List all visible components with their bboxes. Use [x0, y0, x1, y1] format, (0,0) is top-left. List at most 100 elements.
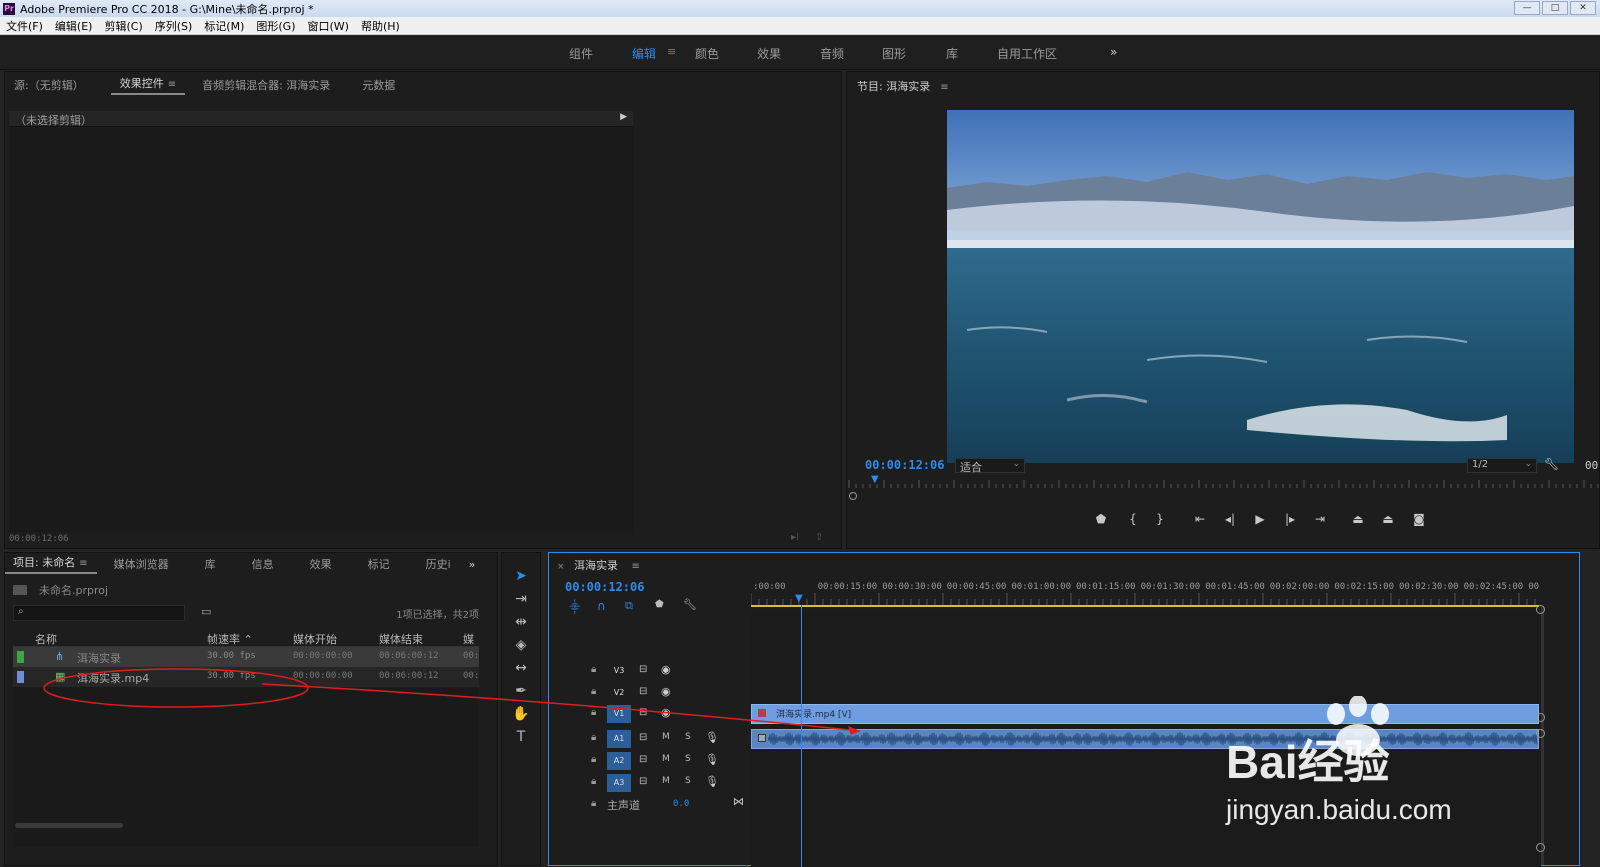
- workspace-color[interactable]: 颜色: [695, 45, 719, 62]
- track-target[interactable]: A1: [607, 730, 631, 748]
- menu-graphics[interactable]: 图形(G): [250, 18, 301, 34]
- menu-help[interactable]: 帮助(H): [355, 18, 406, 34]
- settings-wrench-icon[interactable]: 🔧︎: [1544, 457, 1559, 471]
- tab-markers[interactable]: 标记: [359, 556, 399, 572]
- video-clip[interactable]: 洱海实录.mp4 [V]: [751, 704, 1539, 724]
- more-tabs-icon[interactable]: »: [460, 558, 485, 571]
- lock-icon[interactable]: 🔒︎: [591, 686, 596, 697]
- tab-effects[interactable]: 效果: [301, 556, 341, 572]
- minimize-button[interactable]: —: [1514, 1, 1540, 15]
- tab-info[interactable]: 信息: [243, 556, 283, 572]
- panel-menu-icon[interactable]: ≡: [632, 561, 640, 572]
- slip-tool-icon[interactable]: ↔: [508, 657, 534, 679]
- zoom-handle-mid[interactable]: [1536, 713, 1545, 722]
- track-target[interactable]: A3: [607, 774, 631, 792]
- maximize-button[interactable]: □: [1542, 1, 1568, 15]
- pen-tool-icon[interactable]: ✒: [508, 680, 534, 702]
- sync-lock-icon[interactable]: ⊟: [639, 776, 647, 787]
- play-icon[interactable]: ▶: [1249, 512, 1271, 526]
- workspace-audio[interactable]: 音频: [820, 45, 844, 62]
- zoom-handle-top[interactable]: [1536, 605, 1545, 614]
- horizontal-scrollbar[interactable]: [15, 823, 123, 828]
- panel-menu-icon[interactable]: ≡: [79, 558, 87, 569]
- solo-button[interactable]: S: [685, 754, 691, 764]
- solo-button[interactable]: S: [685, 732, 691, 742]
- sync-lock-icon[interactable]: ⊟: [639, 664, 647, 675]
- microphone-icon[interactable]: 🎙︎: [705, 753, 719, 766]
- track-target[interactable]: V2: [607, 684, 631, 702]
- zoom-scrollbar[interactable]: [847, 492, 1600, 500]
- eye-icon[interactable]: ◉: [661, 706, 671, 719]
- close-tab-icon[interactable]: ×: [557, 562, 565, 572]
- program-time-ruler[interactable]: [847, 478, 1600, 492]
- column-frame-rate[interactable]: 帧速率 ⌃: [207, 631, 253, 647]
- workspace-assembly[interactable]: 组件: [569, 45, 593, 62]
- go-to-in-icon[interactable]: ⇤: [1189, 512, 1211, 526]
- hand-tool-icon[interactable]: ✋: [508, 703, 534, 725]
- workspace-editing[interactable]: 编辑: [632, 45, 656, 62]
- panel-menu-icon[interactable]: ≡: [168, 79, 176, 90]
- menu-file[interactable]: 文件(F): [0, 18, 49, 34]
- timeline-settings-wrench-icon[interactable]: 🔧︎: [683, 598, 697, 611]
- tab-metadata[interactable]: 元数据: [353, 77, 404, 93]
- menu-sequence[interactable]: 序列(S): [149, 18, 199, 34]
- close-button[interactable]: ✕: [1570, 1, 1596, 15]
- lock-icon[interactable]: 🔒︎: [591, 732, 596, 743]
- filter-icon[interactable]: ▸⁞: [791, 532, 799, 543]
- mark-out-icon[interactable]: }: [1149, 512, 1171, 526]
- panel-menu-icon[interactable]: ≡: [940, 82, 948, 93]
- tab-history[interactable]: 历史i: [417, 556, 460, 572]
- step-forward-icon[interactable]: |▸: [1279, 512, 1301, 526]
- lock-icon[interactable]: 🔒︎: [591, 798, 596, 809]
- workspace-effects[interactable]: 效果: [757, 45, 781, 62]
- menu-edit[interactable]: 编辑(E): [49, 18, 99, 34]
- project-row-sequence[interactable]: ⋔ 洱海实录 30.00 fps 00:00:00:00 00:06:00:12…: [13, 647, 479, 667]
- expand-arrow-icon[interactable]: ▶: [620, 112, 627, 122]
- timeline-ruler[interactable]: :00:00 00:00:15:00 00:00:30:00 00:00:45:00 0…: [750, 577, 1582, 607]
- lock-icon[interactable]: 🔒︎: [591, 754, 596, 765]
- go-to-end-icon[interactable]: ⋈: [733, 795, 744, 808]
- track-target[interactable]: V3: [607, 662, 631, 680]
- tab-media-browser[interactable]: 媒体浏览器: [105, 556, 178, 572]
- mark-in-icon[interactable]: {: [1122, 512, 1144, 526]
- sync-lock-icon[interactable]: ⊟: [639, 707, 647, 718]
- lock-icon[interactable]: 🔒︎: [591, 776, 596, 787]
- program-timecode[interactable]: 00:00:12:06: [865, 458, 944, 472]
- microphone-icon[interactable]: 🎙︎: [705, 775, 719, 788]
- playhead-line[interactable]: [801, 605, 802, 867]
- tab-audio-clip-mixer[interactable]: 音频剪辑混合器: 洱海实录: [193, 77, 339, 93]
- timeline-timecode[interactable]: 00:00:12:06: [565, 580, 644, 594]
- resolution-select[interactable]: 1/2 ⌄: [1467, 458, 1537, 473]
- tab-effect-controls[interactable]: 效果控件 ≡: [110, 75, 186, 95]
- solo-button[interactable]: S: [685, 776, 691, 786]
- lock-icon[interactable]: 🔒︎: [591, 707, 596, 718]
- add-marker-icon[interactable]: ⬟: [1090, 512, 1112, 526]
- sync-lock-icon[interactable]: ⊟: [639, 732, 647, 743]
- workspace-more-icon[interactable]: »: [1110, 45, 1117, 59]
- microphone-icon[interactable]: 🎙︎: [705, 731, 719, 744]
- menu-clip[interactable]: 剪辑(C): [98, 18, 148, 34]
- workspace-graphics[interactable]: 图形: [882, 45, 906, 62]
- lock-icon[interactable]: 🔒︎: [591, 664, 596, 675]
- mute-button[interactable]: M: [662, 754, 670, 764]
- playhead-marker-icon[interactable]: ▼: [871, 474, 879, 485]
- menu-window[interactable]: 窗口(W): [302, 18, 355, 34]
- mute-button[interactable]: M: [662, 732, 670, 742]
- audio-clip[interactable]: [751, 729, 1539, 749]
- tab-source[interactable]: 源:（无剪辑）: [5, 77, 93, 93]
- new-bin-icon[interactable]: ▭: [201, 605, 211, 618]
- go-to-out-icon[interactable]: ⇥: [1309, 512, 1331, 526]
- work-area-bar[interactable]: [751, 605, 1539, 607]
- eye-icon[interactable]: ◉: [661, 685, 671, 698]
- step-back-icon[interactable]: ◂|: [1219, 512, 1241, 526]
- tab-libraries[interactable]: 库: [196, 556, 225, 572]
- lift-icon[interactable]: ⏏: [1347, 512, 1369, 526]
- track-select-tool-icon[interactable]: ⇥: [508, 588, 534, 610]
- master-volume-value[interactable]: 0.0: [673, 799, 689, 809]
- workspace-custom[interactable]: 自用工作区: [997, 45, 1057, 62]
- ripple-edit-tool-icon[interactable]: ⇹: [508, 611, 534, 633]
- search-input[interactable]: ⌕: [13, 605, 185, 621]
- extract-icon[interactable]: ⏏: [1377, 512, 1399, 526]
- menu-marker[interactable]: 标记(M): [198, 18, 250, 34]
- selection-tool-icon[interactable]: ➤: [508, 565, 534, 587]
